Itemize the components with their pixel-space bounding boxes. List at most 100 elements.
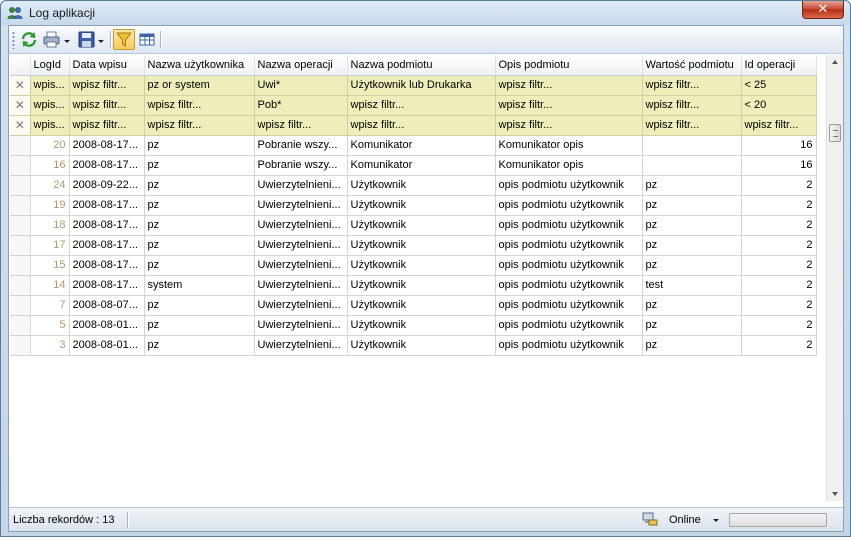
cell-subject-desc[interactable]: opis podmiotu użytkownik [495, 255, 643, 276]
cell-logid[interactable]: 3 [30, 335, 70, 356]
cell-operation-id[interactable]: 2 [741, 235, 817, 256]
row-header[interactable] [10, 255, 31, 276]
cell-user[interactable]: pz [144, 195, 255, 216]
filter-cell[interactable]: wpisz filtr... [495, 95, 643, 116]
filter-cell[interactable]: Użytkownik lub Drukarka [347, 75, 496, 96]
cell-user[interactable]: pz [144, 295, 255, 316]
scroll-up-icon[interactable] [832, 60, 838, 64]
filter-cell[interactable]: wpisz filtr... [69, 115, 145, 136]
row-header[interactable] [10, 175, 31, 196]
table-row[interactable]: 19 2008-08-17... pz Uwierzytelnieni... Użytk… [10, 195, 817, 216]
cell-subject[interactable]: Użytkownik [347, 275, 496, 296]
filter-cell[interactable]: wpisz filtr... [144, 95, 255, 116]
filter-cell[interactable]: Uwi* [254, 75, 348, 96]
filter-cell[interactable]: wpis... [30, 75, 70, 96]
cell-subject-value[interactable]: pz [642, 335, 742, 356]
cell-operation[interactable]: Pobranie wszy... [254, 135, 348, 156]
cell-logid[interactable]: 17 [30, 235, 70, 256]
cell-subject-value[interactable]: pz [642, 235, 742, 256]
toolbar-grip[interactable] [12, 31, 15, 49]
cell-subject-value[interactable] [642, 135, 742, 156]
connection-status-dropdown[interactable]: Online [669, 514, 701, 526]
cell-date[interactable]: 2008-08-17... [69, 195, 145, 216]
filter-cell[interactable]: wpisz filtr... [254, 115, 348, 136]
cell-operation[interactable]: Uwierzytelnieni... [254, 315, 348, 336]
row-header[interactable] [10, 315, 31, 336]
column-header-subject[interactable]: Nazwa podmiotu [347, 55, 496, 76]
cell-subject[interactable]: Użytkownik [347, 195, 496, 216]
clear-filter-icon[interactable]: ✕ [10, 95, 31, 116]
cell-user[interactable]: pz [144, 215, 255, 236]
filter-cell[interactable]: wpis... [30, 115, 70, 136]
cell-operation[interactable]: Uwierzytelnieni... [254, 295, 348, 316]
cell-operation[interactable]: Pobranie wszy... [254, 155, 348, 176]
cell-operation-id[interactable]: 16 [741, 135, 817, 156]
table-row[interactable]: 16 2008-08-17... pz Pobranie wszy... Komunik… [10, 155, 817, 176]
print-button[interactable] [41, 29, 73, 50]
cell-logid[interactable]: 15 [30, 255, 70, 276]
cell-subject[interactable]: Użytkownik [347, 215, 496, 236]
row-header[interactable] [10, 335, 31, 356]
cell-date[interactable]: 2008-08-01... [69, 335, 145, 356]
row-header[interactable] [10, 135, 31, 156]
cell-subject-value[interactable]: pz [642, 255, 742, 276]
row-header[interactable] [10, 235, 31, 256]
cell-user[interactable]: pz [144, 175, 255, 196]
cell-operation-id[interactable]: 2 [741, 275, 817, 296]
table-row[interactable]: 3 2008-08-01... pz Uwierzytelnieni... Użytko… [10, 335, 817, 356]
cell-logid[interactable]: 7 [30, 295, 70, 316]
cell-subject-desc[interactable]: opis podmiotu użytkownik [495, 175, 643, 196]
cell-subject-desc[interactable]: opis podmiotu użytkownik [495, 195, 643, 216]
cell-subject[interactable]: Użytkownik [347, 315, 496, 336]
cell-date[interactable]: 2008-09-22... [69, 175, 145, 196]
column-header-date[interactable]: Data wpisu [69, 55, 145, 76]
filter-cell[interactable]: wpisz filtr... [69, 75, 145, 96]
cell-subject[interactable]: Użytkownik [347, 335, 496, 356]
clear-filter-icon[interactable]: ✕ [10, 115, 31, 136]
cell-subject-desc[interactable]: Komunikator opis [495, 135, 643, 156]
title-bar[interactable]: Log aplikacji ✕ [1, 1, 850, 25]
cell-subject-value[interactable]: pz [642, 295, 742, 316]
cell-date[interactable]: 2008-08-17... [69, 155, 145, 176]
table-row[interactable]: 5 2008-08-01... pz Uwierzytelnieni... Użytko… [10, 315, 817, 336]
cell-operation[interactable]: Uwierzytelnieni... [254, 215, 348, 236]
cell-user[interactable]: pz [144, 255, 255, 276]
filter-cell[interactable]: wpisz filtr... [741, 115, 817, 136]
cell-operation-id[interactable]: 2 [741, 315, 817, 336]
cell-subject-value[interactable]: pz [642, 175, 742, 196]
filter-cell[interactable]: pz or system [144, 75, 255, 96]
cell-subject[interactable]: Użytkownik [347, 295, 496, 316]
cell-user[interactable]: pz [144, 315, 255, 336]
chevron-down-icon[interactable] [713, 519, 719, 522]
cell-date[interactable]: 2008-08-17... [69, 255, 145, 276]
filter-cell[interactable]: wpisz filtr... [347, 115, 496, 136]
filter-cell[interactable]: wpisz filtr... [347, 95, 496, 116]
cell-operation[interactable]: Uwierzytelnieni... [254, 195, 348, 216]
filter-cell[interactable]: wpisz filtr... [642, 75, 742, 96]
cell-date[interactable]: 2008-08-17... [69, 235, 145, 256]
cell-operation-id[interactable]: 2 [741, 255, 817, 276]
cell-subject-value[interactable]: test [642, 275, 742, 296]
filter-toggle-button[interactable] [113, 29, 135, 50]
cell-logid[interactable]: 5 [30, 315, 70, 336]
cell-date[interactable]: 2008-08-17... [69, 275, 145, 296]
cell-subject-desc[interactable]: opis podmiotu użytkownik [495, 275, 643, 296]
cell-subject-value[interactable]: pz [642, 215, 742, 236]
table-row[interactable]: 24 2008-09-22... pz Uwierzytelnieni... Użytk… [10, 175, 817, 196]
cell-subject[interactable]: Komunikator [347, 155, 496, 176]
filter-cell[interactable]: wpisz filtr... [495, 115, 643, 136]
cell-logid[interactable]: 24 [30, 175, 70, 196]
table-row[interactable]: 17 2008-08-17... pz Uwierzytelnieni... Użytk… [10, 235, 817, 256]
column-header-operation-id[interactable]: Id operacji [741, 55, 817, 76]
filter-cell[interactable]: wpisz filtr... [642, 115, 742, 136]
close-button[interactable]: ✕ [802, 1, 844, 19]
row-header[interactable] [10, 215, 31, 236]
column-header-operation[interactable]: Nazwa operacji [254, 55, 348, 76]
cell-operation[interactable]: Uwierzytelnieni... [254, 275, 348, 296]
filter-cell[interactable]: Pob* [254, 95, 348, 116]
cell-operation[interactable]: Uwierzytelnieni... [254, 235, 348, 256]
filter-cell[interactable]: wpisz filtr... [144, 115, 255, 136]
scroll-down-icon[interactable] [832, 492, 838, 496]
table-row[interactable]: 15 2008-08-17... pz Uwierzytelnieni... Użytk… [10, 255, 817, 276]
cell-subject-value[interactable]: pz [642, 315, 742, 336]
